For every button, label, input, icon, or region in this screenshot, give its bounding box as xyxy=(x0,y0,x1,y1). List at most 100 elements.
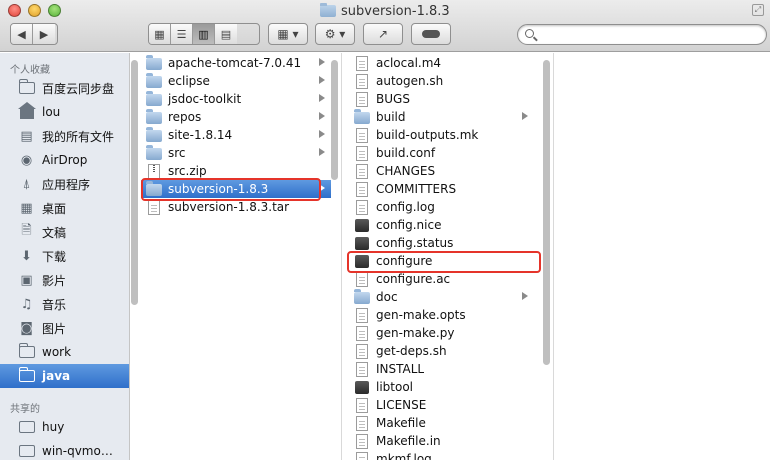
icon-view-button[interactable]: ▦ xyxy=(149,24,171,44)
column-view-button[interactable]: ▥ xyxy=(193,24,215,44)
sidebar-item-huy[interactable]: huy xyxy=(0,415,129,439)
item-name: autogen.sh xyxy=(376,74,444,88)
item-name: configure.ac xyxy=(376,272,451,286)
sidebar-item-label: 下载 xyxy=(42,249,67,264)
search-input[interactable] xyxy=(540,26,760,43)
disclosure-arrow-icon xyxy=(522,292,528,300)
document-icon xyxy=(356,127,368,143)
sidebar-scrollbar[interactable] xyxy=(131,60,138,305)
sidebar-item-documents[interactable]: 🗎 文稿 xyxy=(0,220,129,244)
edit-tags-button[interactable] xyxy=(411,23,451,45)
sidebar-item-baiduyun[interactable]: 百度云同步盘 xyxy=(0,76,129,100)
list-item[interactable]: Makefile xyxy=(349,414,534,432)
coverflow-view-button[interactable]: ▤ xyxy=(215,24,237,44)
sidebar-item-desktop[interactable]: ▦ 桌面 xyxy=(0,196,129,220)
list-item[interactable]: config.status xyxy=(349,234,534,252)
desktop-icon: ▦ xyxy=(20,200,33,216)
list-item[interactable]: build xyxy=(349,108,534,126)
close-window-button[interactable] xyxy=(8,4,21,17)
sidebar-item-work[interactable]: work xyxy=(0,340,129,364)
list-item[interactable]: config.nice xyxy=(349,216,534,234)
list-item-configure[interactable]: configure xyxy=(349,252,534,270)
list-item[interactable]: configure.ac xyxy=(349,270,534,288)
document-icon xyxy=(356,73,368,89)
sidebar-item-downloads[interactable]: ⬇ 下载 xyxy=(0,244,129,268)
item-name: CHANGES xyxy=(376,164,436,178)
list-item[interactable]: BUGS xyxy=(349,90,534,108)
list-item[interactable]: gen-make.py xyxy=(349,324,534,342)
zip-file-icon xyxy=(148,163,160,179)
list-item[interactable]: site-1.8.14 xyxy=(141,126,331,144)
list-item[interactable]: LICENSE xyxy=(349,396,534,414)
music-icon: ♫ xyxy=(20,296,33,312)
list-item[interactable]: build-outputs.mk xyxy=(349,126,534,144)
disclosure-arrow-icon xyxy=(522,112,528,120)
list-item-selected[interactable]: subversion-1.8.3 xyxy=(141,180,331,198)
sidebar-item-lou[interactable]: lou xyxy=(0,100,129,124)
list-view-button[interactable]: ☰ xyxy=(171,24,193,44)
item-name: INSTALL xyxy=(376,362,425,376)
document-icon xyxy=(356,181,368,197)
list-item[interactable]: CHANGES xyxy=(349,162,534,180)
column1-scrollbar[interactable] xyxy=(331,60,338,180)
sidebar-item-pictures[interactable]: ◙ 图片 xyxy=(0,316,129,340)
item-name: mkmf.log xyxy=(376,452,432,460)
action-button[interactable]: ⚙ ▾ xyxy=(315,23,355,45)
list-item[interactable]: INSTALL xyxy=(349,360,534,378)
list-item[interactable]: apache-tomcat-7.0.41 xyxy=(141,54,331,72)
list-item[interactable]: libtool xyxy=(349,378,534,396)
item-name: config.status xyxy=(376,236,454,250)
sidebar-item-label: huy xyxy=(42,420,65,434)
sidebar-item-all-my-files[interactable]: ▤ 我的所有文件 xyxy=(0,124,129,148)
list-item[interactable]: subversion-1.8.3.tar xyxy=(141,198,331,216)
list-item[interactable]: autogen.sh xyxy=(349,72,534,90)
disclosure-arrow-icon xyxy=(319,112,325,120)
list-item[interactable]: src.zip xyxy=(141,162,331,180)
list-item[interactable]: aclocal.m4 xyxy=(349,54,534,72)
item-name: get-deps.sh xyxy=(376,344,447,358)
list-item[interactable]: config.log xyxy=(349,198,534,216)
list-item[interactable]: jsdoc-toolkit xyxy=(141,90,331,108)
forward-button[interactable]: ▶ xyxy=(33,24,55,44)
item-name: subversion-1.8.3.tar xyxy=(168,200,290,214)
computer-icon xyxy=(18,420,35,435)
share-button[interactable]: ↗ xyxy=(363,23,403,45)
arrange-button[interactable]: ▦ ▾ xyxy=(268,23,308,45)
list-item[interactable]: eclipse xyxy=(141,72,331,90)
sidebar-item-java[interactable]: java xyxy=(0,364,129,388)
list-item[interactable]: src xyxy=(141,144,331,162)
executable-icon xyxy=(355,218,369,232)
folder-icon xyxy=(18,343,35,360)
back-forward-control: ◀ ▶ xyxy=(10,23,58,45)
back-button[interactable]: ◀ xyxy=(11,24,33,44)
item-name: build xyxy=(376,110,406,124)
column2-scrollbar[interactable] xyxy=(543,60,550,365)
column-divider[interactable] xyxy=(553,53,554,460)
sidebar-item-win-qvmo[interactable]: win-qvmo… xyxy=(0,439,129,460)
folder-icon xyxy=(146,145,162,160)
sidebar-item-movies[interactable]: ▣ 影片 xyxy=(0,268,129,292)
item-name: subversion-1.8.3 xyxy=(168,182,269,196)
sidebar-item-label: 百度云同步盘 xyxy=(42,81,115,96)
sidebar-item-music[interactable]: ♫ 音乐 xyxy=(0,292,129,316)
executable-icon xyxy=(355,254,369,268)
zoom-window-button[interactable] xyxy=(48,4,61,17)
list-item[interactable]: Makefile.in xyxy=(349,432,534,450)
sidebar-item-airdrop[interactable]: ◉ AirDrop xyxy=(0,148,129,172)
list-item[interactable]: mkmf.log xyxy=(349,450,534,460)
list-item[interactable]: COMMITTERS xyxy=(349,180,534,198)
list-item[interactable]: repos xyxy=(141,108,331,126)
list-item[interactable]: gen-make.opts xyxy=(349,306,534,324)
list-item[interactable]: doc xyxy=(349,288,534,306)
fullscreen-icon[interactable]: ⤢ xyxy=(752,4,764,16)
list-item[interactable]: get-deps.sh xyxy=(349,342,534,360)
search-field[interactable] xyxy=(517,24,767,45)
column-subversion: aclocal.m4 autogen.sh BUGS build build-o… xyxy=(349,53,541,460)
minimize-window-button[interactable] xyxy=(28,4,41,17)
list-item[interactable]: build.conf xyxy=(349,144,534,162)
movies-icon: ▣ xyxy=(20,272,33,288)
sidebar-item-applications[interactable]: ⍋ 应用程序 xyxy=(0,172,129,196)
column-divider[interactable] xyxy=(341,53,342,460)
downloads-icon: ⬇ xyxy=(21,248,32,264)
share-icon: ↗ xyxy=(377,27,389,41)
